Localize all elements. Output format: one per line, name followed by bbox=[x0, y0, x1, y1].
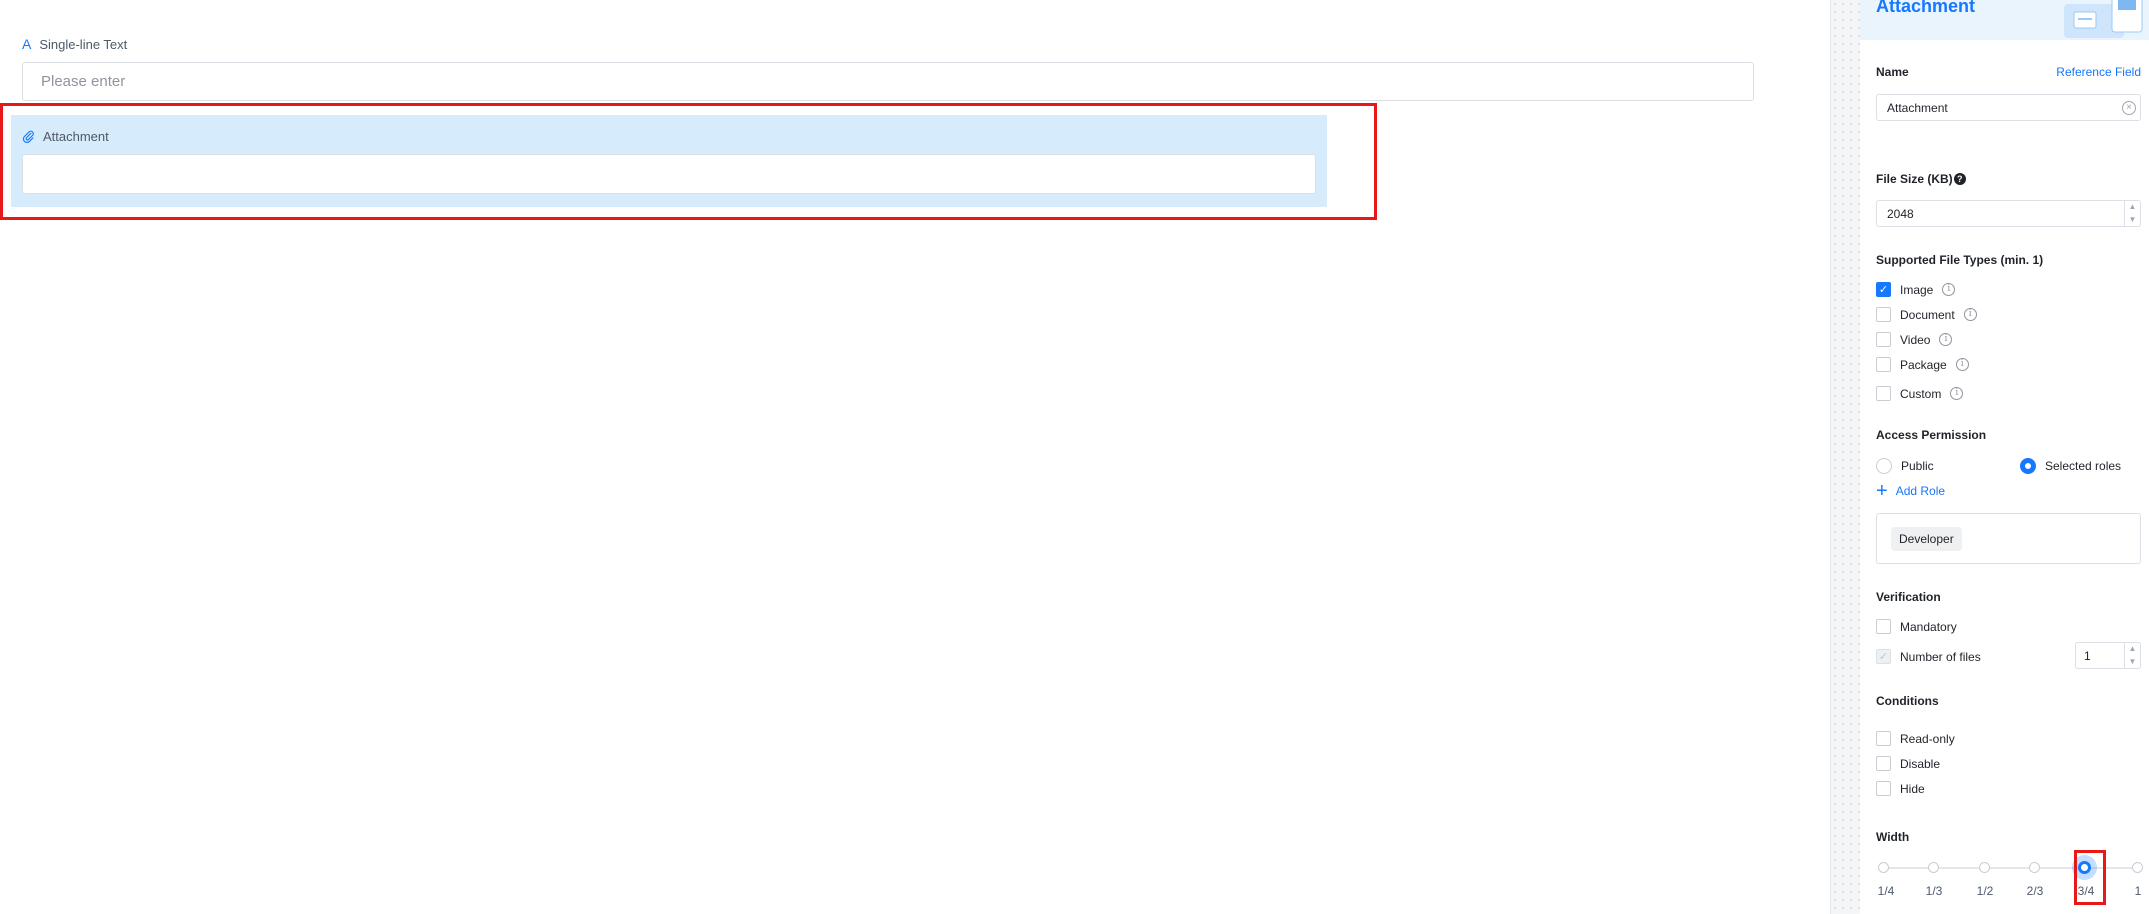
attachment-label: Attachment bbox=[22, 129, 109, 144]
help-icon[interactable]: ? bbox=[1953, 173, 1966, 185]
width-stop-1-4[interactable] bbox=[1878, 862, 1889, 873]
single-line-text-label-text: Single-line Text bbox=[39, 36, 128, 52]
width-tick-label: 2/3 bbox=[2026, 884, 2044, 898]
reference-field-link[interactable]: Reference Field bbox=[2056, 65, 2141, 79]
stepper-down-icon[interactable]: ▼ bbox=[2125, 214, 2140, 227]
mandatory-checkbox[interactable] bbox=[1876, 619, 1891, 634]
width-tick-label: 1/3 bbox=[1925, 884, 1943, 898]
number-of-files-stepper[interactable]: ▲ ▼ bbox=[2124, 643, 2140, 668]
verification-label: Verification bbox=[1876, 590, 1941, 604]
width-tick-label: 1 bbox=[2134, 884, 2142, 898]
file-type-document-label: Document bbox=[1900, 307, 1955, 322]
read-only-checkbox[interactable] bbox=[1876, 731, 1891, 746]
width-tick-label: 1/2 bbox=[1976, 884, 1994, 898]
verification-number-of-files[interactable]: ✓ Number of files bbox=[1876, 649, 1981, 664]
file-types-label: Supported File Types (min. 1) bbox=[1876, 253, 2044, 267]
number-of-files-input[interactable]: 1 ▲ ▼ bbox=[2075, 642, 2141, 669]
form-canvas: A Single-line Text Please enter Attachme… bbox=[0, 0, 1830, 914]
single-line-text-placeholder: Please enter bbox=[41, 73, 126, 90]
attachment-label-text: Attachment bbox=[43, 129, 109, 144]
upload-illustration-icon bbox=[2064, 0, 2143, 38]
conditions-label: Conditions bbox=[1876, 694, 1939, 708]
file-type-custom[interactable]: Custom i bbox=[1876, 386, 1964, 401]
file-type-video[interactable]: Video i bbox=[1876, 332, 1953, 347]
disable-checkbox[interactable] bbox=[1876, 756, 1891, 771]
stepper-down-icon[interactable]: ▼ bbox=[2125, 656, 2140, 669]
panel-title: Attachment bbox=[1876, 0, 1976, 16]
file-type-image-label: Image bbox=[1900, 282, 1934, 297]
file-size-value: 2048 bbox=[1887, 206, 1914, 221]
single-line-text-label: A Single-line Text bbox=[22, 36, 127, 52]
file-type-custom-label: Custom bbox=[1900, 386, 1942, 401]
custom-checkbox[interactable] bbox=[1876, 386, 1891, 401]
add-role-button[interactable]: + Add Role bbox=[1876, 480, 1946, 502]
text-a-icon: A bbox=[22, 36, 32, 52]
clear-icon[interactable]: × bbox=[2122, 101, 2136, 115]
info-icon[interactable]: i bbox=[1955, 358, 1969, 371]
width-slider-track[interactable] bbox=[1884, 867, 2138, 869]
attachment-input[interactable] bbox=[22, 154, 1316, 194]
condition-read-only-label: Read-only bbox=[1900, 731, 1955, 746]
stepper-up-icon[interactable]: ▲ bbox=[2125, 643, 2140, 656]
selected-roles-radio[interactable] bbox=[2020, 458, 2036, 474]
access-selected-roles-label: Selected roles bbox=[2045, 459, 2122, 473]
number-of-files-checkbox[interactable]: ✓ bbox=[1876, 649, 1891, 664]
file-size-stepper[interactable]: ▲ ▼ bbox=[2124, 201, 2140, 226]
file-size-label: File Size (KB)? bbox=[1876, 172, 1966, 186]
verification-number-of-files-label: Number of files bbox=[1900, 649, 1981, 664]
condition-hide-label: Hide bbox=[1900, 781, 1925, 796]
video-checkbox[interactable] bbox=[1876, 332, 1891, 347]
condition-hide[interactable]: Hide bbox=[1876, 781, 1925, 796]
panel-divider[interactable] bbox=[1830, 0, 1860, 914]
access-permission-label: Access Permission bbox=[1876, 428, 1987, 442]
access-public[interactable]: Public bbox=[1876, 458, 1934, 474]
file-size-input[interactable]: 2048 ▲ ▼ bbox=[1876, 200, 2141, 227]
name-label: Name bbox=[1876, 65, 1909, 79]
properties-panel: Attachment Name Reference Field Attachme… bbox=[1860, 0, 2149, 914]
info-icon[interactable]: i bbox=[1939, 333, 1953, 346]
plus-icon: + bbox=[1876, 480, 1888, 502]
width-stop-2-3[interactable] bbox=[2029, 862, 2040, 873]
single-line-text-input[interactable]: Please enter bbox=[22, 62, 1754, 101]
file-type-package-label: Package bbox=[1900, 357, 1947, 372]
verification-mandatory-label: Mandatory bbox=[1900, 619, 1957, 634]
add-role-label: Add Role bbox=[1895, 484, 1946, 498]
hide-checkbox[interactable] bbox=[1876, 781, 1891, 796]
condition-disable-label: Disable bbox=[1900, 756, 1941, 771]
info-icon[interactable]: i bbox=[1942, 283, 1956, 296]
package-checkbox[interactable] bbox=[1876, 357, 1891, 372]
file-size-label-text: File Size (KB) bbox=[1876, 172, 1953, 186]
width-stop-1[interactable] bbox=[2132, 862, 2143, 873]
file-type-document[interactable]: Document i bbox=[1876, 307, 1977, 322]
condition-read-only[interactable]: Read-only bbox=[1876, 731, 1955, 746]
verification-mandatory[interactable]: Mandatory bbox=[1876, 619, 1957, 634]
width-label: Width bbox=[1876, 830, 1910, 844]
width-tick-label: 3/4 bbox=[2077, 884, 2095, 898]
width-stop-1-2[interactable] bbox=[1979, 862, 1990, 873]
stepper-up-icon[interactable]: ▲ bbox=[2125, 201, 2140, 214]
image-checkbox[interactable]: ✓ bbox=[1876, 282, 1891, 297]
file-type-image[interactable]: ✓ Image i bbox=[1876, 282, 1956, 297]
file-type-package[interactable]: Package i bbox=[1876, 357, 1969, 372]
panel-header: Attachment bbox=[1860, 0, 2149, 40]
name-input[interactable]: Attachment × bbox=[1876, 94, 2141, 121]
width-tick-label: 1/4 bbox=[1877, 884, 1895, 898]
width-stop-1-3[interactable] bbox=[1928, 862, 1939, 873]
number-of-files-value: 1 bbox=[2084, 648, 2091, 663]
roles-box[interactable]: Developer bbox=[1876, 513, 2141, 564]
condition-disable[interactable]: Disable bbox=[1876, 756, 1940, 771]
file-type-video-label: Video bbox=[1900, 332, 1931, 347]
access-selected-roles[interactable]: Selected roles bbox=[2020, 458, 2121, 474]
width-stop-3-4[interactable] bbox=[2078, 861, 2091, 874]
role-tag[interactable]: Developer bbox=[1891, 527, 1962, 551]
document-checkbox[interactable] bbox=[1876, 307, 1891, 322]
info-icon[interactable]: i bbox=[1950, 387, 1964, 400]
info-icon[interactable]: i bbox=[1963, 308, 1977, 321]
paperclip-icon bbox=[22, 130, 34, 143]
name-input-value: Attachment bbox=[1887, 100, 1948, 115]
access-public-label: Public bbox=[1901, 459, 1934, 473]
public-radio[interactable] bbox=[1876, 458, 1892, 474]
